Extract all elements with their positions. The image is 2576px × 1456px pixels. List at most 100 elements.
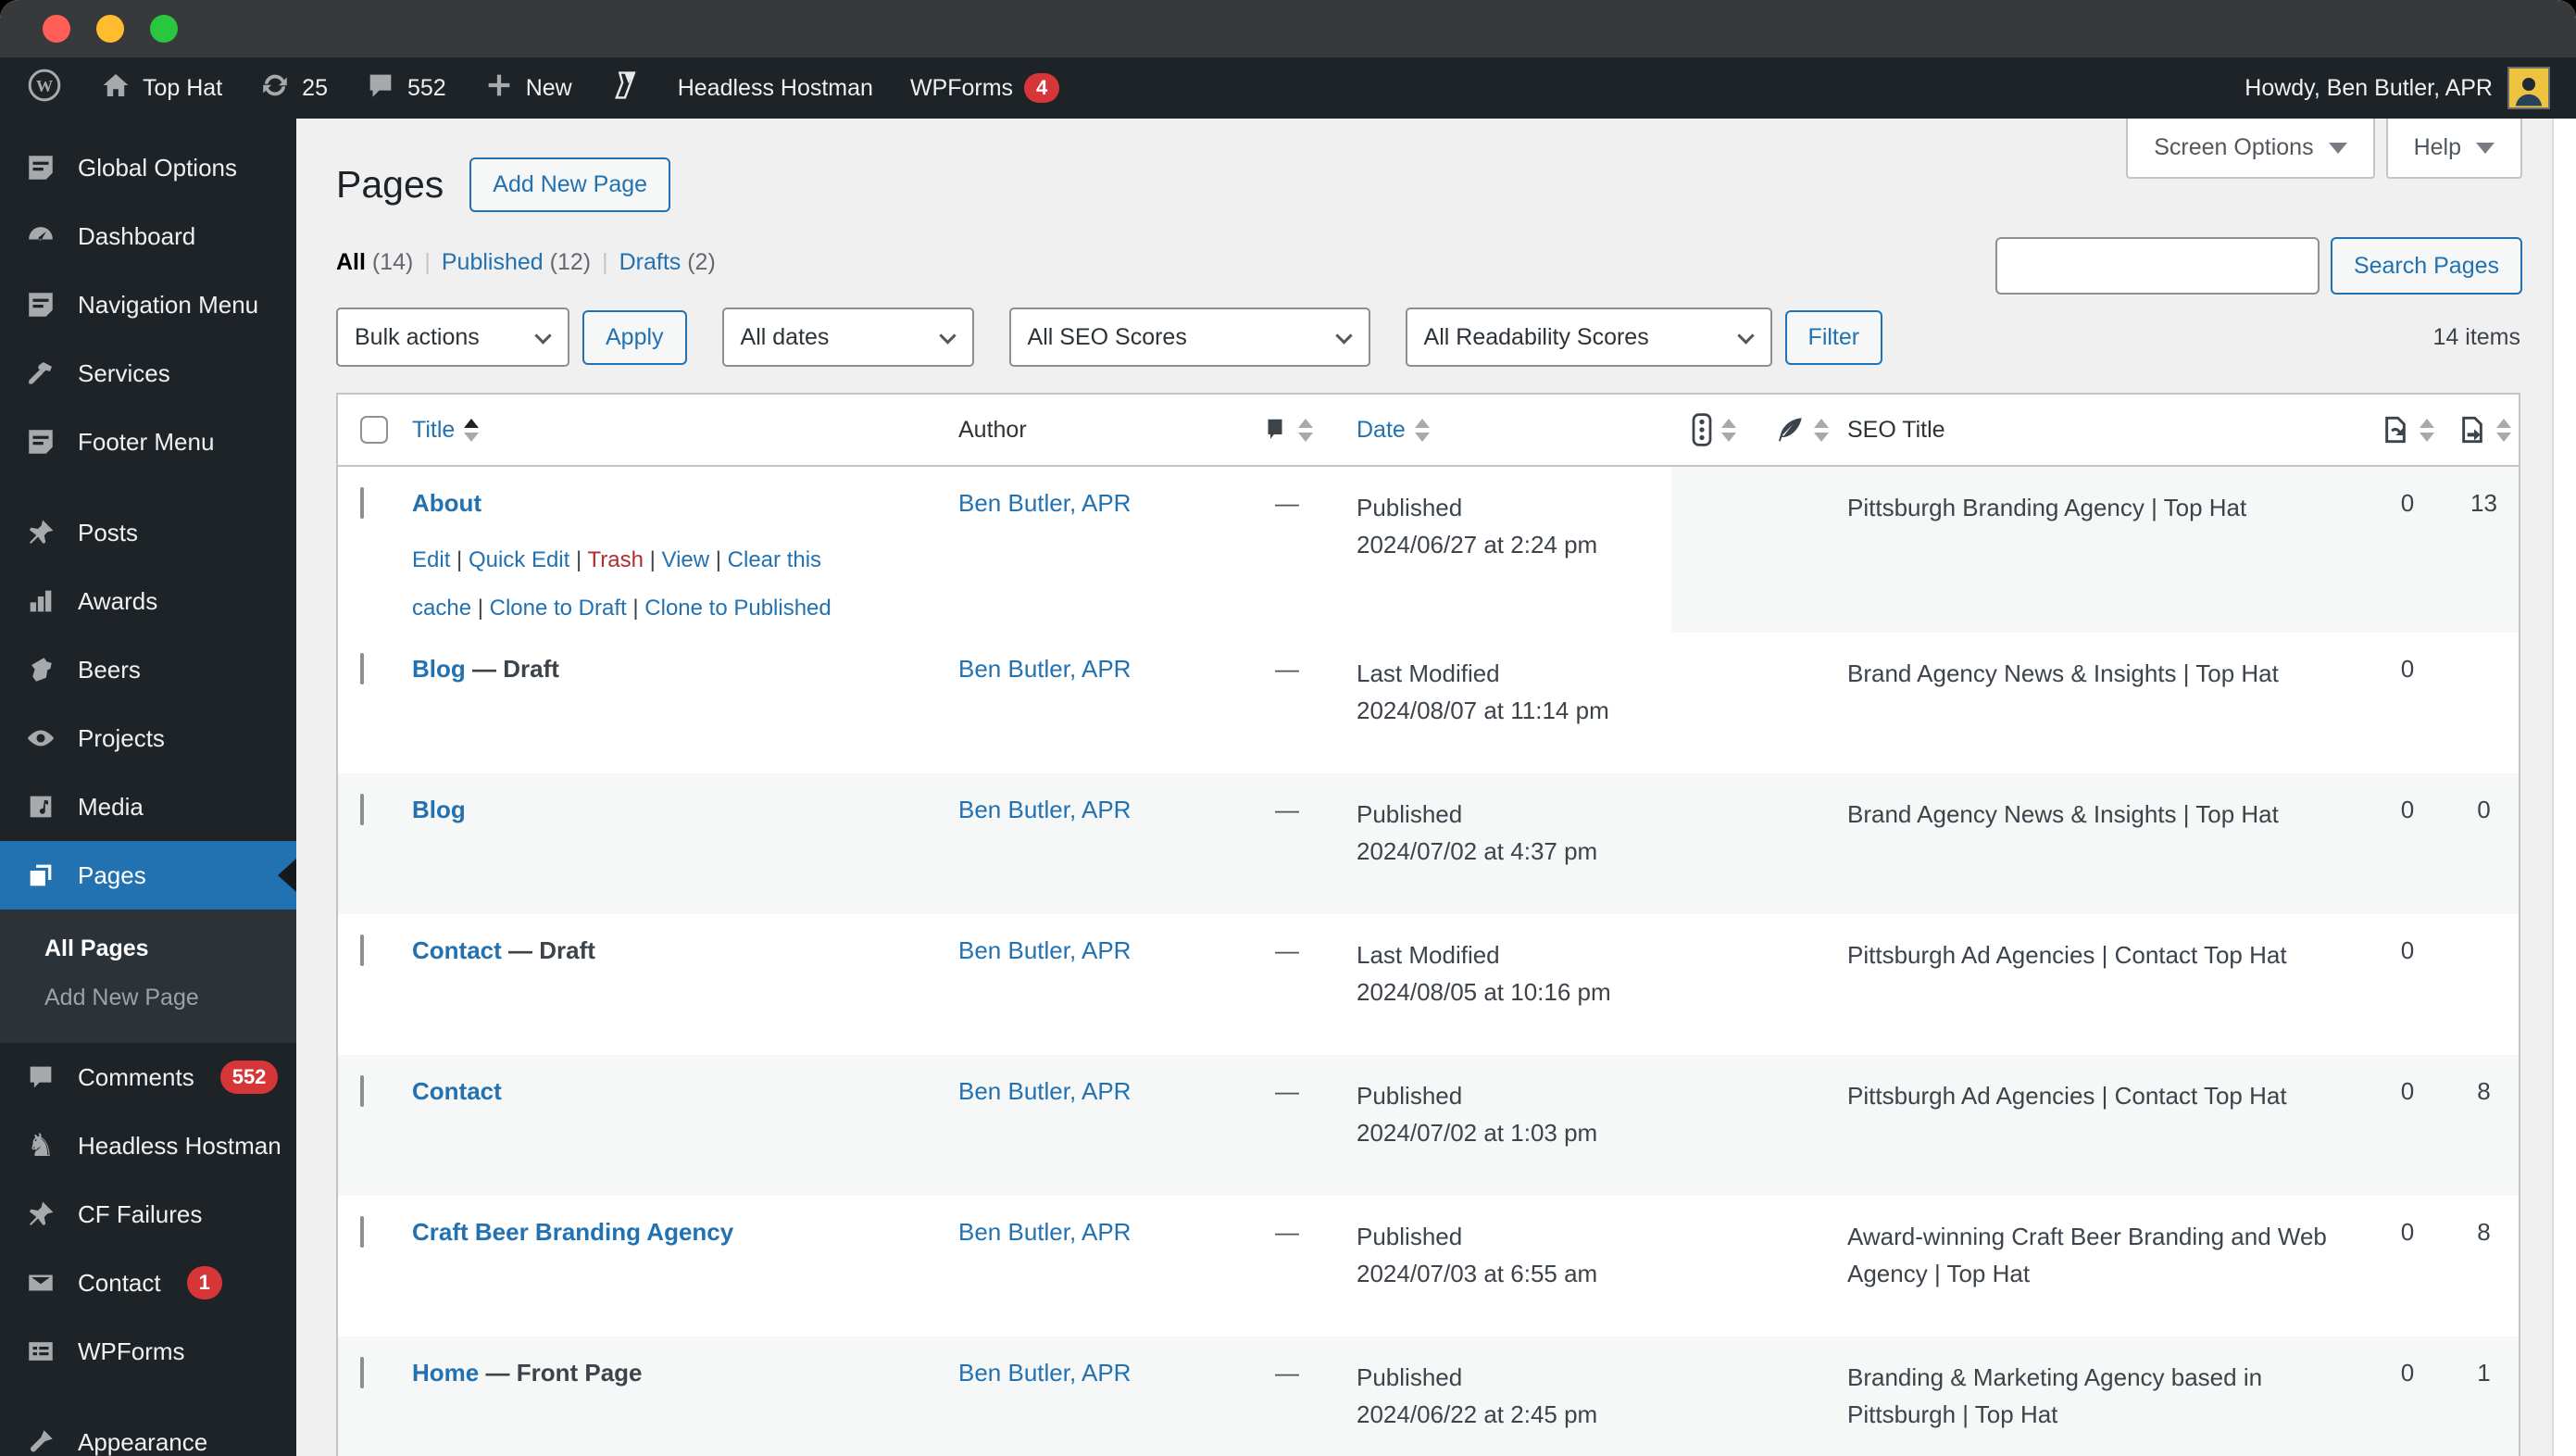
- sort-arrows-icon: [2495, 418, 2511, 442]
- comments-cell: —: [1275, 1218, 1299, 1246]
- comments-column-header[interactable]: [1218, 416, 1357, 444]
- author-link[interactable]: Ben Butler, APR: [958, 936, 1131, 964]
- row-action-clone-to-published[interactable]: Clone to Published: [644, 596, 831, 621]
- author-link[interactable]: Ben Butler, APR: [958, 1218, 1131, 1246]
- screen-options-tab[interactable]: Screen Options: [2126, 119, 2375, 179]
- row-checkbox[interactable]: [360, 1075, 364, 1107]
- author-link[interactable]: Ben Butler, APR: [958, 1359, 1131, 1387]
- minimize-window-button[interactable]: [96, 15, 124, 43]
- screen-options-label: Screen Options: [2154, 134, 2314, 160]
- filter-button[interactable]: Filter: [1784, 309, 1883, 365]
- select-all-checkbox[interactable]: [360, 416, 388, 444]
- sidebar-item-posts[interactable]: Posts: [0, 498, 296, 567]
- row-action-quick-edit[interactable]: Quick Edit: [469, 547, 569, 572]
- table-row: Blog Ben Butler, APR — Published 2024/07…: [338, 773, 2519, 914]
- sidebar-item-navigation-menu[interactable]: Navigation Menu: [0, 270, 296, 339]
- author-link[interactable]: Ben Butler, APR: [958, 1077, 1131, 1105]
- avatar[interactable]: [2507, 67, 2550, 109]
- date-status: Published: [1357, 1082, 1463, 1110]
- view-published[interactable]: Published (12): [442, 249, 591, 276]
- sidebar-item-label: Posts: [78, 519, 139, 546]
- dates-select[interactable]: All dates: [721, 308, 974, 367]
- seo-scores-select[interactable]: All SEO Scores: [1008, 308, 1370, 367]
- pushpin-icon: [24, 1198, 57, 1231]
- links-count-cell: 0: [2400, 1218, 2415, 1246]
- wpforms-menu[interactable]: WPForms 4: [910, 73, 1060, 103]
- internal-links-column-header[interactable]: [2449, 415, 2519, 445]
- headless-hostman-menu[interactable]: Headless Hostman: [678, 75, 873, 102]
- sidebar-item-cf-failures[interactable]: CF Failures: [0, 1180, 296, 1249]
- pages-table: Title Author Date SEO Title About Edit |…: [336, 393, 2520, 1456]
- links-count-cell: 0: [2400, 1077, 2415, 1105]
- wp-logo-menu[interactable]: W: [26, 67, 63, 110]
- sidebar-item-headless-hostman[interactable]: ♞ Headless Hostman: [0, 1111, 296, 1180]
- row-action-edit[interactable]: Edit: [412, 547, 450, 572]
- sidebar-item-global-options[interactable]: Global Options: [0, 133, 296, 202]
- search-pages-button[interactable]: Search Pages: [2330, 237, 2522, 295]
- bulk-actions-select[interactable]: Bulk actions: [336, 308, 569, 367]
- new-content-menu[interactable]: New: [483, 69, 572, 107]
- sidebar-item-pages[interactable]: Pages: [0, 841, 296, 910]
- plus-icon: [483, 69, 515, 107]
- page-title-link[interactable]: Contact: [412, 1077, 502, 1105]
- sidebar-item-media[interactable]: Media: [0, 772, 296, 841]
- sort-date-header[interactable]: Date: [1357, 417, 1406, 444]
- links-column-header[interactable]: [2366, 415, 2449, 445]
- seo-score-column-header[interactable]: [1671, 413, 1757, 446]
- row-checkbox[interactable]: [360, 1216, 364, 1248]
- author-link[interactable]: Ben Butler, APR: [958, 655, 1131, 683]
- pages-submenu: All Pages Add New Page: [0, 910, 296, 1043]
- submenu-item-all-pages[interactable]: All Pages: [0, 924, 296, 973]
- page-title-link[interactable]: Blog: [412, 796, 466, 823]
- site-name-menu[interactable]: Top Hat: [100, 69, 222, 107]
- view-drafts[interactable]: Drafts (2): [619, 249, 716, 276]
- page-title-link[interactable]: Contact: [412, 936, 502, 964]
- sidebar-item-beers[interactable]: Beers: [0, 635, 296, 704]
- yoast-seo-menu[interactable]: [609, 69, 641, 107]
- author-link[interactable]: Ben Butler, APR: [958, 489, 1131, 517]
- sidebar-item-awards[interactable]: Awards: [0, 567, 296, 635]
- row-checkbox[interactable]: [360, 653, 364, 684]
- comments-icon: [24, 1061, 57, 1094]
- readability-column-header[interactable]: [1757, 415, 1847, 445]
- search-input[interactable]: [1995, 237, 2320, 295]
- author-link[interactable]: Ben Butler, APR: [958, 796, 1131, 823]
- scrollbar[interactable]: [2552, 119, 2576, 1456]
- submenu-item-add-new-page[interactable]: Add New Page: [0, 973, 296, 1023]
- sort-title-header[interactable]: Title: [412, 417, 455, 444]
- sidebar-item-comments[interactable]: Comments 552: [0, 1043, 296, 1111]
- page-state-suffix: — Draft: [508, 936, 595, 964]
- row-action-clone-to-draft[interactable]: Clone to Draft: [490, 596, 627, 621]
- readability-scores-select[interactable]: All Readability Scores: [1405, 308, 1772, 367]
- row-action-view[interactable]: View: [662, 547, 710, 572]
- row-checkbox[interactable]: [360, 935, 364, 966]
- row-checkbox[interactable]: [360, 487, 364, 519]
- updates-menu[interactable]: 25: [259, 69, 328, 107]
- close-window-button[interactable]: [43, 15, 70, 43]
- sidebar-item-appearance[interactable]: Appearance: [0, 1408, 296, 1456]
- help-tab[interactable]: Help: [2385, 119, 2522, 179]
- sidebar-item-footer-menu[interactable]: Footer Menu: [0, 408, 296, 476]
- row-checkbox[interactable]: [360, 1357, 364, 1388]
- howdy-menu[interactable]: Howdy, Ben Butler, APR: [2245, 75, 2493, 102]
- comments-cell: —: [1275, 655, 1299, 683]
- page-title-link[interactable]: Blog: [412, 655, 466, 683]
- apply-button[interactable]: Apply: [582, 309, 687, 365]
- site-name-label: Top Hat: [143, 74, 223, 101]
- row-action-trash[interactable]: Trash: [587, 547, 643, 572]
- page-title-link[interactable]: Home: [412, 1359, 479, 1387]
- date-value: 2024/07/03 at 6:55 am: [1357, 1260, 1598, 1287]
- add-new-page-button[interactable]: Add New Page: [469, 157, 671, 212]
- sidebar-item-wpforms[interactable]: WPForms: [0, 1317, 296, 1386]
- view-separator: |: [424, 249, 431, 275]
- sidebar-item-services[interactable]: Services: [0, 339, 296, 408]
- page-title-link[interactable]: About: [412, 489, 481, 517]
- row-checkbox[interactable]: [360, 794, 364, 825]
- sidebar-item-contact[interactable]: Contact 1: [0, 1249, 296, 1317]
- sidebar-item-dashboard[interactable]: Dashboard: [0, 202, 296, 270]
- view-all[interactable]: All (14): [336, 249, 413, 276]
- sidebar-item-projects[interactable]: Projects: [0, 704, 296, 772]
- page-title-link[interactable]: Craft Beer Branding Agency: [412, 1218, 733, 1246]
- adminbar-comments-menu[interactable]: 552: [365, 69, 446, 107]
- zoom-window-button[interactable]: [150, 15, 178, 43]
